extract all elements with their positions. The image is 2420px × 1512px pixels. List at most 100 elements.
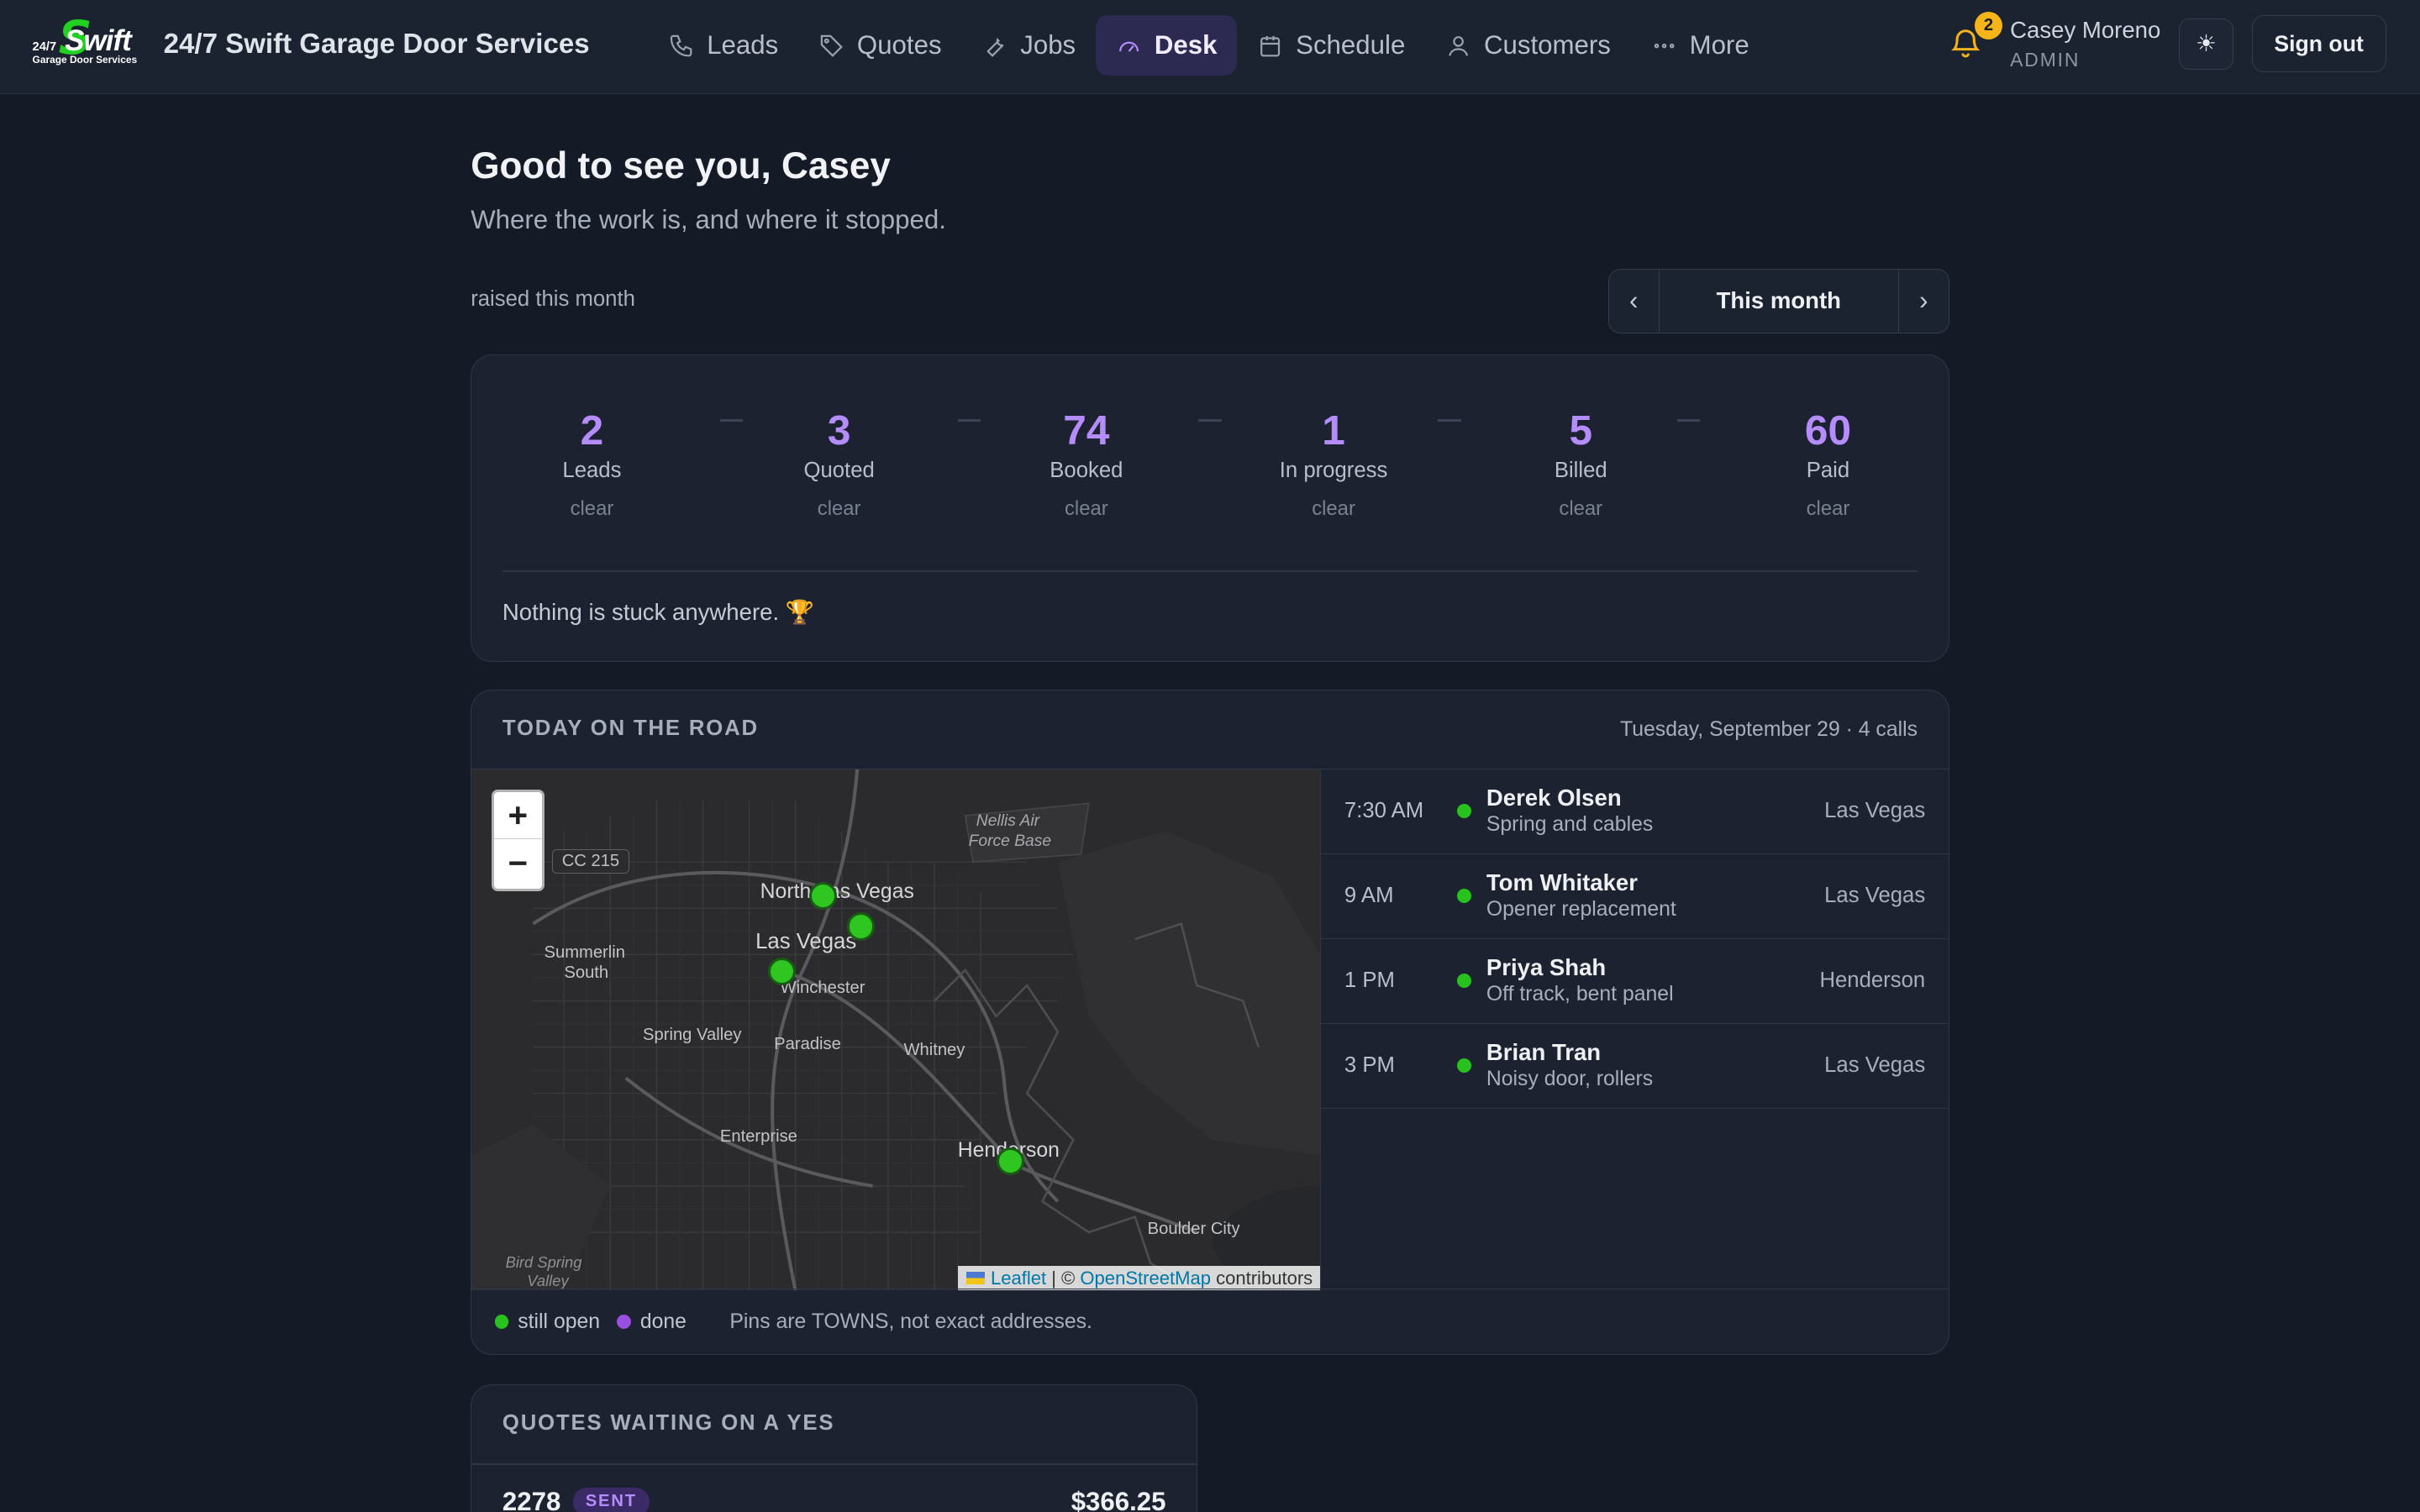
map-pin-open[interactable] <box>767 957 796 985</box>
map-attribution: Leaflet | © OpenStreetMap contributors <box>958 1265 1321 1291</box>
stage-label: Billed <box>1554 459 1607 483</box>
sun-icon: ☀ <box>2196 30 2217 57</box>
legend-open: still open <box>494 1310 600 1334</box>
map-label: Boulder City <box>1147 1219 1240 1238</box>
stage-connector <box>957 418 981 423</box>
stage-count: 2 <box>580 406 604 454</box>
road-title: TODAY ON THE ROAD <box>502 717 759 741</box>
map-label: North Las Vegas <box>760 879 914 903</box>
quote-row[interactable]: 2278 SENT $366.25 <box>502 1487 1166 1512</box>
stage-booked[interactable]: 74 Booked clear <box>987 402 1185 521</box>
stage-connector <box>1198 418 1222 423</box>
call-details: Priya Shah Off track, bent panel <box>1486 954 1674 1006</box>
nav-quotes-label: Quotes <box>856 30 942 60</box>
call-details: Derek Olsen Spring and cables <box>1486 785 1653 837</box>
map-label: Force Base <box>968 832 1052 850</box>
call-town: Las Vegas <box>1824 1053 1926 1078</box>
stage-label: Paid <box>1806 459 1850 483</box>
call-row[interactable]: 9 AM Tom Whitaker Opener replacement Las… <box>1321 854 1949 939</box>
map-label: South <box>564 963 609 983</box>
nav-quotes[interactable]: Quotes <box>798 15 961 76</box>
user-menu[interactable]: Casey Moreno ADMIN <box>2010 17 2160 71</box>
nav-jobs[interactable]: Jobs <box>961 15 1096 76</box>
stage-billed[interactable]: 5 Billed clear <box>1482 402 1680 521</box>
osm-link[interactable]: OpenStreetMap <box>1080 1268 1211 1289</box>
leaflet-link[interactable]: Leaflet <box>991 1268 1046 1289</box>
call-row[interactable]: 7:30 AM Derek Olsen Spring and cables La… <box>1321 769 1949 854</box>
status-badge: SENT <box>573 1487 650 1512</box>
stage-status: clear <box>1312 496 1355 520</box>
stage-connector <box>1437 418 1461 423</box>
calls-map[interactable]: CC 215 Nellis Air Force Base North Las V… <box>471 769 1321 1291</box>
quote-id: 2278 <box>502 1486 561 1512</box>
stage-status: clear <box>1064 496 1108 520</box>
road-date-summary: Tuesday, September 29 · 4 calls <box>1620 718 1918 742</box>
map-tiles <box>471 769 1321 1291</box>
legend-done: done <box>617 1310 687 1334</box>
call-town: Henderson <box>1819 969 1926 993</box>
stage-leads[interactable]: 2 Leads clear <box>493 402 691 521</box>
zoom-in-button[interactable]: + <box>494 792 542 840</box>
map-pin-open[interactable] <box>996 1147 1024 1175</box>
attribution-sep: | © <box>1046 1267 1081 1289</box>
call-time: 9 AM <box>1344 884 1394 908</box>
stage-in-progress[interactable]: 1 In progress clear <box>1235 402 1433 521</box>
map-label: Paradise <box>774 1034 841 1053</box>
nav-desk-label: Desk <box>1154 30 1218 60</box>
pipeline-card: 2 Leads clear 3 Quoted clear 74 Booked c… <box>471 354 1949 662</box>
call-time: 3 PM <box>1344 1053 1395 1078</box>
stage-quoted[interactable]: 3 Quoted clear <box>740 402 938 521</box>
zoom-out-button[interactable]: − <box>494 839 541 887</box>
nav-more-label: More <box>1689 30 1749 60</box>
period-prev-button[interactable]: ‹ <box>1609 270 1659 333</box>
nav-jobs-label: Jobs <box>1020 30 1076 60</box>
flag-icon <box>965 1271 985 1284</box>
call-issue: Spring and cables <box>1486 812 1654 836</box>
user-icon <box>1449 35 1469 56</box>
map-label: Bird Spring <box>505 1253 582 1272</box>
notifications-button[interactable]: 2 <box>1949 11 2002 62</box>
nav-desk[interactable]: Desk <box>1096 15 1238 76</box>
map-pin-open[interactable] <box>846 912 875 941</box>
wrench-icon <box>986 37 1004 57</box>
call-row[interactable]: 3 PM Brian Tran Noisy door, rollers Las … <box>1321 1024 1949 1109</box>
map-label: Nellis Air <box>976 812 1040 831</box>
user-role: ADMIN <box>2010 48 2081 71</box>
stage-connector <box>719 418 744 423</box>
legend-dot-done <box>617 1315 631 1329</box>
nav-more[interactable]: More <box>1631 15 1770 76</box>
legend-dot-open <box>494 1315 509 1329</box>
legend-note: Pins are TOWNS, not exact addresses. <box>729 1310 1092 1333</box>
map-label: Las Vegas <box>755 929 857 953</box>
stuck-message: Nothing is stuck anywhere. 🏆 <box>502 598 815 625</box>
raised-label: raised this month <box>471 286 635 311</box>
logo-prefix: 24/7 <box>32 39 57 54</box>
stage-status: clear <box>817 496 861 520</box>
call-details: Brian Tran Noisy door, rollers <box>1486 1039 1653 1091</box>
top-bar: S Swift 24/7 Garage Door Services 24/7 S… <box>0 0 2420 95</box>
period-next-button[interactable]: › <box>1899 270 1949 333</box>
call-row[interactable]: 1 PM Priya Shah Off track, bent panel He… <box>1321 939 1949 1024</box>
stage-label: Leads <box>562 459 622 483</box>
nav-customers[interactable]: Customers <box>1425 15 1631 76</box>
sign-out-button[interactable]: Sign out <box>2251 15 2386 73</box>
theme-toggle-button[interactable]: ☀ <box>2179 18 2233 70</box>
quote-amount: $366.25 <box>1071 1486 1166 1512</box>
dots-icon <box>1654 43 1675 48</box>
page-title: Good to see you, Casey <box>471 144 891 186</box>
stage-count: 74 <box>1063 406 1110 454</box>
stage-paid[interactable]: 60 Paid clear <box>1729 402 1927 521</box>
brand[interactable]: S Swift 24/7 Garage Door Services 24/7 S… <box>31 11 590 70</box>
map-pin-open[interactable] <box>809 881 838 910</box>
map-legend: still open done Pins are TOWNS, not exac… <box>471 1289 1949 1353</box>
header-right: 2 Casey Moreno ADMIN ☀ Sign out <box>1949 11 2386 73</box>
customer-name: Tom Whitaker <box>1486 869 1638 896</box>
period-label[interactable]: This month <box>1658 269 1899 333</box>
map-label: Whitney <box>903 1040 965 1059</box>
brand-name: 24/7 Swift Garage Door Services <box>163 29 590 60</box>
nav-schedule[interactable]: Schedule <box>1237 15 1425 76</box>
customer-name: Derek Olsen <box>1486 785 1622 811</box>
nav-leads[interactable]: Leads <box>648 15 798 76</box>
today-on-road-card: TODAY ON THE ROAD Tuesday, September 29 … <box>471 689 1949 1355</box>
quotes-title: QUOTES WAITING ON A YES <box>502 1410 835 1435</box>
